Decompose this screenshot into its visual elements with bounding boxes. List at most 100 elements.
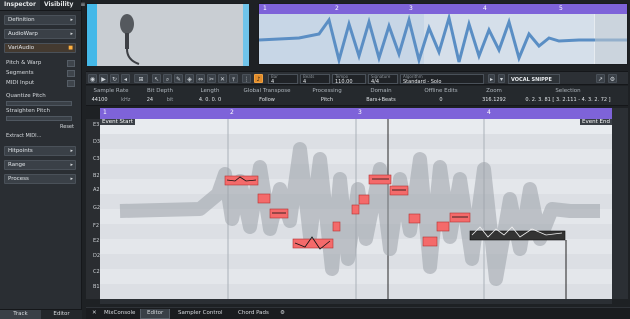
info-domain-header: Domain — [370, 88, 392, 94]
kebab-icon[interactable]: ⋮ — [242, 74, 251, 83]
chevron-down-icon[interactable]: ▾ — [498, 74, 505, 83]
sample-name-field[interactable]: VOCAL SNIPPE — [508, 74, 560, 84]
overview-bar-number: 1 — [263, 5, 267, 12]
chevron-right-icon: ▸ — [70, 176, 73, 182]
tab-editor-lower[interactable]: Editor — [41, 310, 82, 319]
section-process[interactable]: Process ▸ — [4, 174, 76, 184]
info-zoom[interactable]: Zoom 316.1292 — [474, 88, 514, 103]
tab-inspector[interactable]: Inspector — [0, 0, 40, 10]
cross-tool-icon[interactable]: ✕ — [218, 74, 227, 83]
snap-icon[interactable]: ⊞ — [134, 74, 148, 83]
musical-mode-icon[interactable]: ♪ — [254, 74, 263, 83]
tab-track[interactable]: Track — [0, 310, 41, 319]
overview-bar-number: 4 — [483, 5, 487, 12]
info-global-transpose[interactable]: Global Transpose Follow — [236, 88, 298, 103]
section-range[interactable]: Range ▸ — [4, 160, 76, 170]
chevron-right-icon: ▸ — [70, 17, 73, 23]
info-zoom-value: 316.1292 — [482, 97, 506, 103]
editor-ruler[interactable]: 1 2 3 4 — [100, 108, 612, 119]
chevron-right-icon: ▸ — [70, 148, 73, 154]
pitch-warp-row[interactable]: Pitch & Warp — [6, 60, 41, 66]
ruler-bar-number: 4 — [487, 109, 491, 116]
info-line: Sample Rate 44100 kHz Bit Depth 24 bit L… — [86, 86, 628, 106]
split-tool-icon[interactable]: ⫯ — [229, 74, 238, 83]
key-label: E3 — [93, 122, 100, 128]
zoom-tool-icon[interactable]: ⌕ — [163, 74, 172, 83]
draw-tool-icon[interactable]: ✎ — [174, 74, 183, 83]
overview-ruler[interactable]: 1 2 3 4 5 — [259, 4, 627, 14]
event-end-label: Event End — [580, 119, 612, 125]
info-sample-rate[interactable]: Sample Rate 44100 kHz — [86, 88, 136, 103]
section-hitpoints-label: Hitpoints — [8, 148, 33, 154]
chevron-right-icon: ▸ — [70, 31, 73, 37]
overview-bar-number: 5 — [559, 5, 563, 12]
key-label: F2 — [93, 223, 100, 229]
extract-midi-button[interactable]: Extract MIDI... — [6, 133, 41, 139]
event-start-label: Event Start — [100, 119, 135, 125]
volume-icon[interactable]: ◂ — [121, 74, 130, 83]
loop-icon[interactable]: ↻ — [110, 74, 119, 83]
info-processing[interactable]: Processing Pitch — [302, 88, 352, 103]
gear-icon[interactable]: ⚙ — [274, 309, 291, 319]
segments-tool-icon[interactable] — [67, 70, 75, 77]
info-selection[interactable]: Selection 0. 2. 3. 81 [ 3. 2.111 - 4. 3.… — [518, 88, 618, 103]
signature-field-value: 4/4 — [371, 79, 380, 85]
quantize-pitch-label: Quantize Pitch — [6, 93, 46, 99]
audition-icon[interactable]: ▸ — [488, 74, 495, 83]
info-bit-depth-value: 24 — [146, 97, 154, 103]
section-variaudio-label: VariAudio — [8, 45, 35, 51]
tempo-field[interactable]: Tempo 110.00 — [332, 74, 366, 85]
straighten-pitch-slider[interactable] — [6, 116, 72, 121]
track-picture — [86, 3, 249, 66]
tab-visibility[interactable]: Visibility — [40, 0, 77, 10]
overview-bar-number: 3 — [409, 5, 413, 12]
expand-icon[interactable]: ↗ — [596, 74, 605, 83]
ruler-bar-number: 2 — [230, 109, 234, 116]
info-selection-header: Selection — [555, 88, 581, 94]
pitch-keyboard[interactable]: E3 D3 C3 B2 A2 G2 F2 E2 D2 C2 B1 5 — [86, 119, 107, 299]
key-label: E2 — [93, 238, 100, 244]
tab-chord-pads[interactable]: Chord Pads — [232, 309, 275, 319]
play-icon[interactable]: ▶ — [99, 74, 108, 83]
signature-field[interactable]: Signature 4/4 — [368, 74, 398, 85]
info-sample-rate-header: Sample Rate — [93, 88, 129, 94]
info-length[interactable]: Length 4. 0. 0. 0 — [186, 88, 234, 103]
glue-tool-icon[interactable]: ✂ — [207, 74, 216, 83]
key-label: C2 — [93, 269, 100, 275]
section-hitpoints[interactable]: Hitpoints ▸ — [4, 146, 76, 156]
overview-waveform — [259, 14, 627, 64]
pitch-editor-grid[interactable]: Event Start Event End — [100, 119, 612, 299]
settings-icon[interactable]: ⚙ — [608, 74, 617, 83]
range-tool-icon[interactable]: ⇔ — [196, 74, 205, 83]
quantize-pitch-slider[interactable] — [6, 101, 72, 106]
reset-button[interactable]: Reset — [60, 124, 74, 130]
info-domain[interactable]: Domain Bars+Beats — [356, 88, 406, 103]
section-definition[interactable]: Definition ▸ — [4, 15, 76, 25]
segments-row[interactable]: Segments — [6, 70, 34, 76]
midi-input-row[interactable]: MIDI Input — [6, 80, 34, 86]
pitch-warp-tool-icon[interactable] — [67, 60, 75, 67]
info-bit-depth[interactable]: Bit Depth 24 bit — [138, 88, 182, 103]
algorithm-select[interactable]: Algorithm Standard - Solo — [400, 74, 484, 85]
info-offline-edits[interactable]: Offline Edits 0 — [412, 88, 470, 103]
scrub-tool-icon[interactable]: ◈ — [185, 74, 194, 83]
edit-icon: ■ — [68, 45, 73, 51]
info-offline-edits-value: 0 — [439, 97, 443, 103]
tab-editor[interactable]: Editor — [140, 309, 171, 319]
section-variaudio[interactable]: VariAudio ■ — [4, 43, 76, 53]
info-length-header: Length — [200, 88, 220, 94]
tab-sampler-control[interactable]: Sampler Control — [172, 309, 229, 319]
overview-line[interactable]: 1 2 3 4 5 — [258, 3, 628, 65]
tab-mixconsole[interactable]: MixConsole — [98, 309, 141, 319]
section-audiowarp[interactable]: AudioWarp ▸ — [4, 29, 76, 39]
section-process-label: Process — [8, 176, 29, 182]
midi-input-toggle[interactable] — [67, 80, 75, 87]
horizontal-scrollbar[interactable] — [100, 299, 612, 304]
bar-field[interactable]: Bar 4 — [268, 74, 298, 85]
info-global-transpose-header: Global Transpose — [243, 88, 291, 94]
beats-field[interactable]: Beats 4 — [300, 74, 330, 85]
vertical-zoom-bar[interactable] — [612, 108, 628, 299]
solo-editor-icon[interactable]: ◉ — [88, 74, 97, 83]
select-tool-icon[interactable]: ↖ — [152, 74, 161, 83]
ruler-bar-number: 1 — [103, 109, 107, 116]
